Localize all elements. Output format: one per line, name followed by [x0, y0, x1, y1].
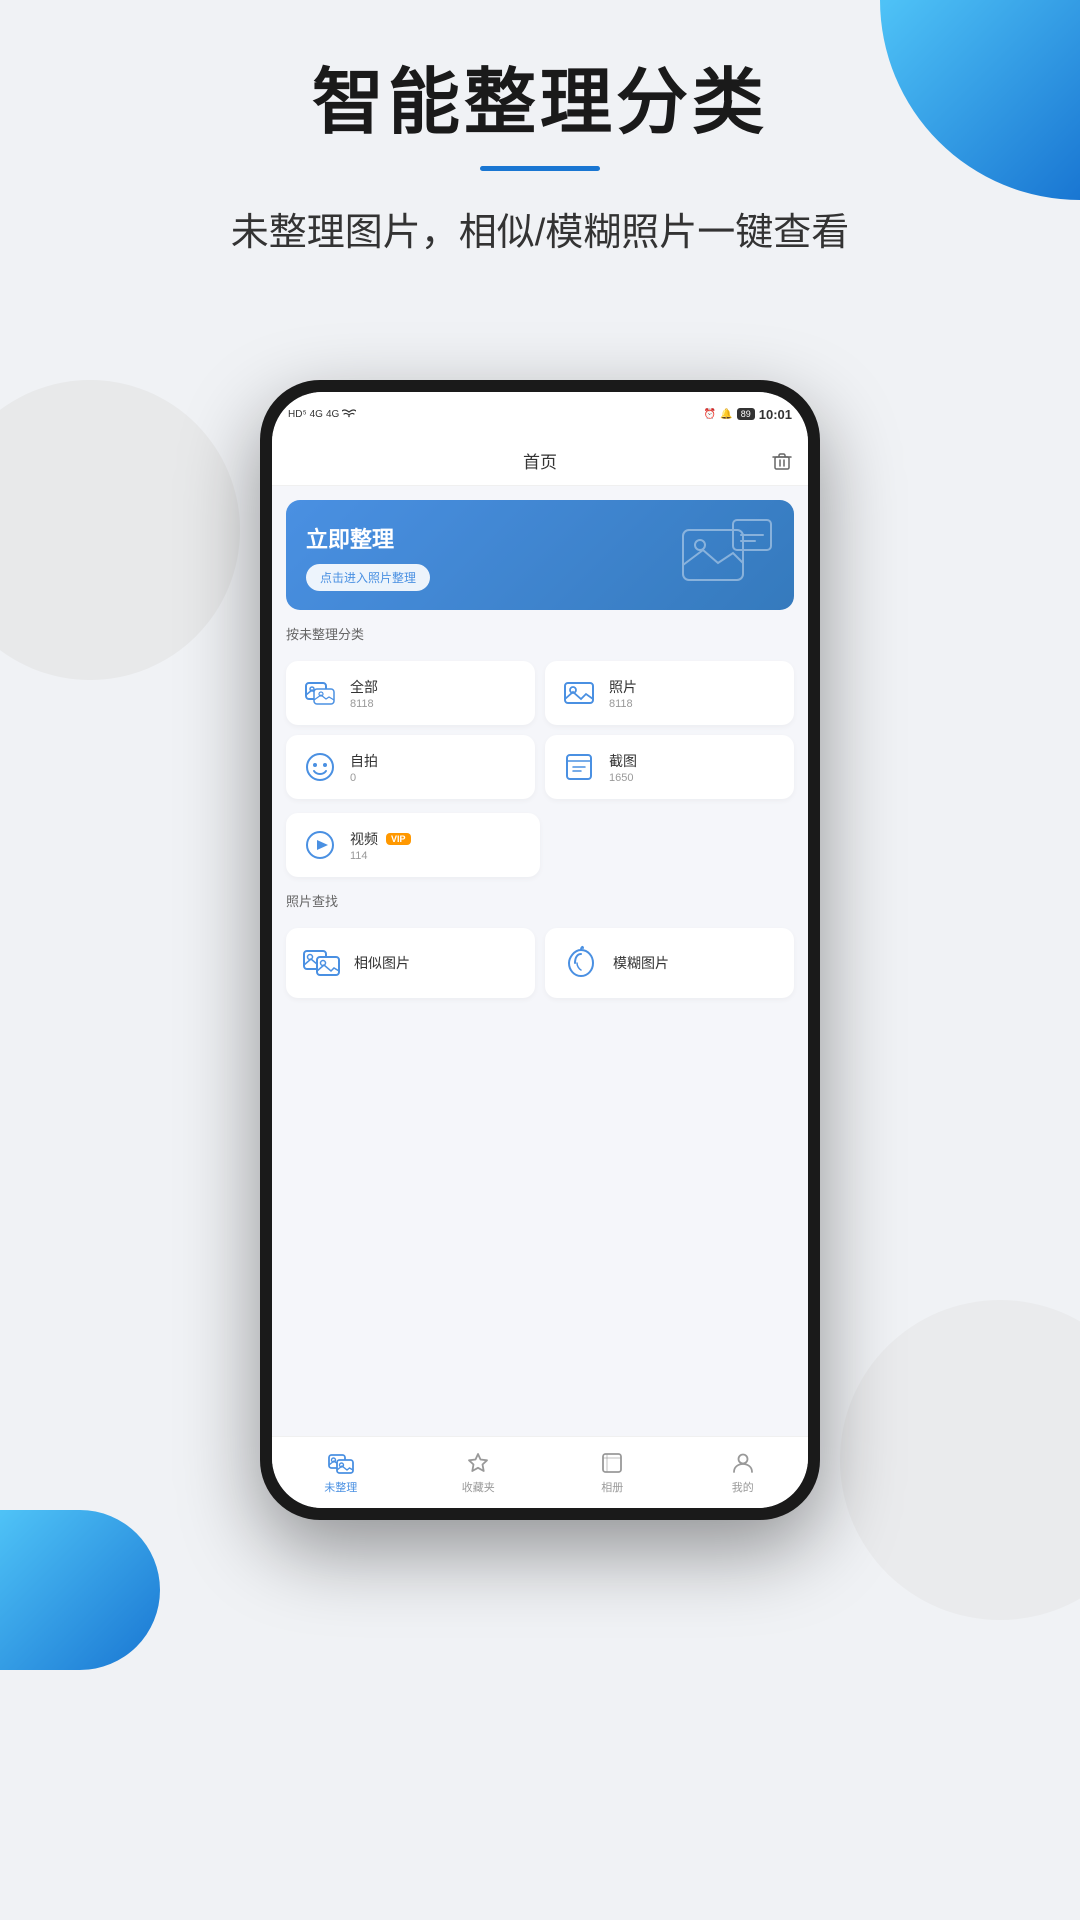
category-grid: 全部 8118	[286, 661, 794, 799]
find-blurry[interactable]: 模糊图片	[545, 928, 794, 998]
bottom-nav: 未整理 收藏夹	[272, 1436, 808, 1508]
category-photo-count: 8118	[609, 698, 637, 710]
category-selfie-count: 0	[350, 772, 378, 784]
phone-outer-shell: HD⁵ 4G 4G ⏰ 🔔	[260, 380, 820, 1520]
category-photo-name: 照片	[609, 677, 637, 697]
bg-decoration-gray-mid	[0, 380, 240, 680]
status-signal: HD⁵ 4G 4G	[288, 409, 356, 420]
category-photo-icon	[561, 675, 597, 711]
banner-icon	[678, 515, 778, 595]
category-all-info: 全部 8118	[350, 677, 378, 710]
find-similar[interactable]: 相似图片	[286, 928, 535, 998]
find-blurry-icon	[561, 943, 601, 983]
category-video-name: 视频	[350, 829, 378, 849]
category-screenshot-name: 截图	[609, 751, 637, 771]
category-screenshot[interactable]: 截图 1650	[545, 735, 794, 799]
nav-favorites[interactable]: 收藏夹	[462, 1450, 495, 1495]
find-similar-icon	[302, 943, 342, 983]
header-area: 智能整理分类 未整理图片，相似/模糊照片一键查看	[0, 60, 1080, 256]
trash-button[interactable]	[772, 451, 792, 471]
nav-unorganized-icon	[328, 1450, 354, 1476]
battery-level: 89	[737, 408, 755, 420]
category-screenshot-info: 截图 1650	[609, 751, 637, 784]
find-similar-name: 相似图片	[354, 953, 410, 973]
phone-mockup: HD⁵ 4G 4G ⏰ 🔔	[260, 380, 820, 1520]
category-video[interactable]: 视频 VIP 114	[286, 813, 540, 877]
category-screenshot-count: 1650	[609, 772, 637, 784]
category-screenshot-icon	[561, 749, 597, 785]
nav-album-label: 相册	[601, 1479, 623, 1495]
find-blurry-name: 模糊图片	[613, 953, 669, 973]
status-time-battery: ⏰ 🔔 89 10:01	[704, 407, 792, 422]
nav-mine-label: 我的	[732, 1479, 754, 1495]
category-all[interactable]: 全部 8118	[286, 661, 535, 725]
nav-favorites-label: 收藏夹	[462, 1479, 495, 1495]
alarm-icon: ⏰	[704, 409, 716, 420]
nav-mine-icon	[730, 1450, 756, 1476]
signal-4g1: 4G	[310, 409, 323, 420]
nav-mine[interactable]: 我的	[730, 1450, 756, 1495]
category-video-icon	[302, 827, 338, 863]
category-all-icon	[302, 675, 338, 711]
title-underline	[480, 166, 600, 171]
category-selfie[interactable]: 自拍 0	[286, 735, 535, 799]
banner-button[interactable]: 点击进入照片整理	[306, 564, 430, 591]
time-display: 10:01	[759, 407, 792, 422]
category-video-count: 114	[350, 850, 411, 862]
nav-unorganized-label: 未整理	[324, 1479, 357, 1495]
signal-text: HD⁵	[288, 409, 307, 420]
wifi-icon	[342, 409, 356, 419]
nav-album[interactable]: 相册	[599, 1450, 625, 1495]
category-all-count: 8118	[350, 698, 378, 710]
category-all-name: 全部	[350, 677, 378, 697]
photo-find-grid: 相似图片 模糊图片	[286, 928, 794, 998]
bg-decoration-bottom-left	[0, 1510, 160, 1670]
category-selfie-name: 自拍	[350, 751, 378, 771]
category-video-info: 视频 VIP 114	[350, 829, 411, 862]
sub-title: 未整理图片，相似/模糊照片一键查看	[0, 201, 1080, 256]
status-bar: HD⁵ 4G 4G ⏰ 🔔	[272, 392, 808, 436]
section1-label: 按未整理分类	[286, 624, 794, 643]
vip-badge: VIP	[386, 833, 411, 845]
category-selfie-info: 自拍 0	[350, 751, 378, 784]
app-header: 首页	[272, 436, 808, 486]
section2-label: 照片查找	[286, 891, 794, 910]
app-content: 立即整理 点击进入照片整理 按未整理分类	[272, 486, 808, 1436]
nav-album-icon	[599, 1450, 625, 1476]
app-header-title: 首页	[523, 448, 557, 473]
phone-screen: HD⁵ 4G 4G ⏰ 🔔	[272, 392, 808, 1508]
category-selfie-icon	[302, 749, 338, 785]
main-title: 智能整理分类	[0, 60, 1080, 146]
category-photo[interactable]: 照片 8118	[545, 661, 794, 725]
banner-card[interactable]: 立即整理 点击进入照片整理	[286, 500, 794, 610]
nav-favorites-icon	[465, 1450, 491, 1476]
bg-decoration-gray-bottom	[840, 1300, 1080, 1620]
category-photo-info: 照片 8118	[609, 677, 637, 710]
video-row: 视频 VIP 114	[286, 813, 794, 877]
bell-icon: 🔔	[720, 409, 732, 420]
nav-unorganized[interactable]: 未整理	[324, 1450, 357, 1495]
signal-4g2: 4G	[326, 409, 339, 420]
